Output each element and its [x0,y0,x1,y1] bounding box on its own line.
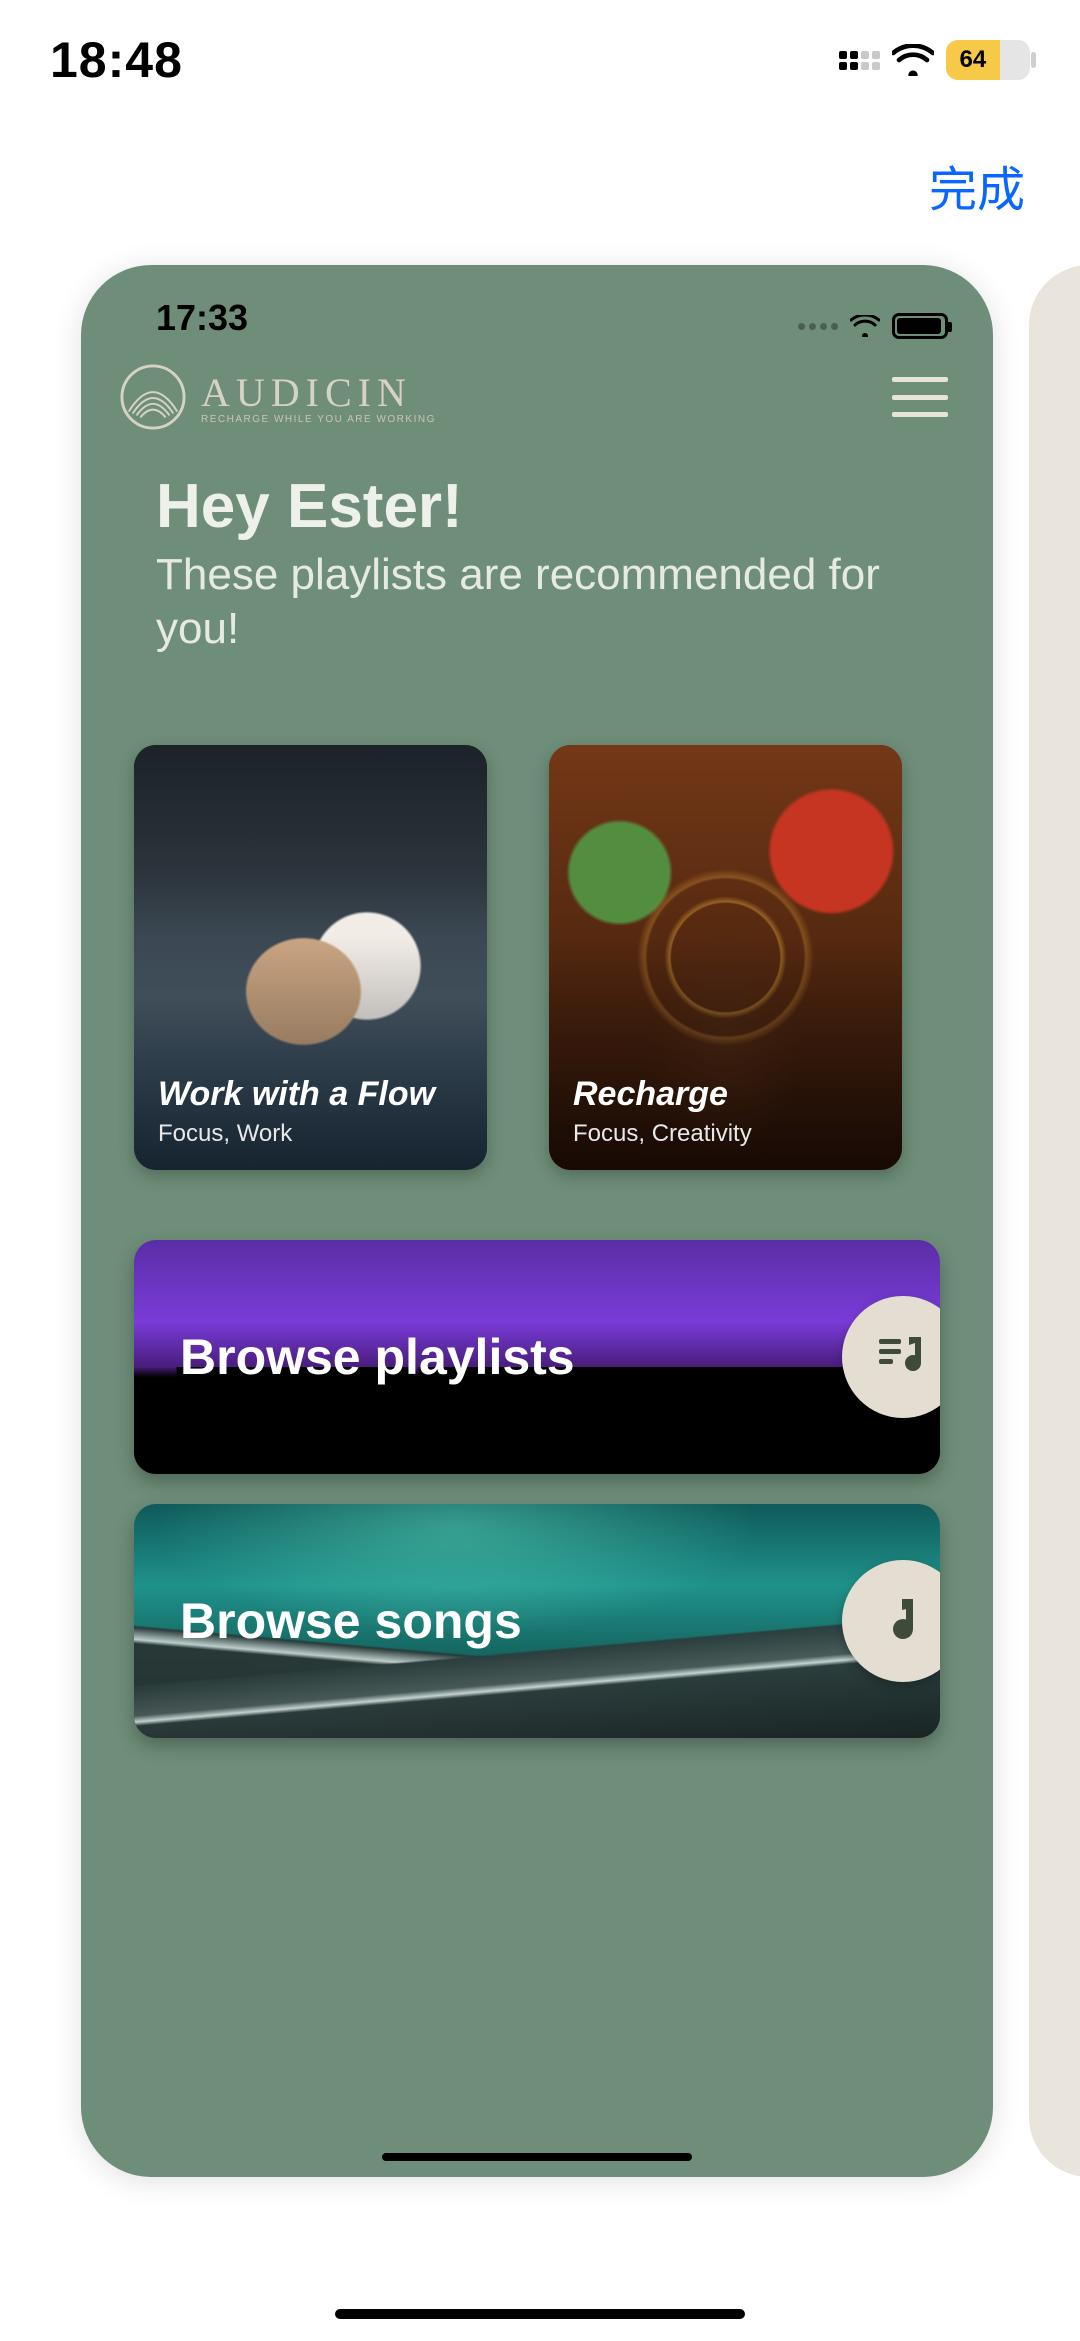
brand-tagline: RECHARGE WHILE YOU ARE WORKING [201,414,436,425]
music-note-icon [873,1591,933,1651]
device-home-indicator[interactable] [335,2309,745,2319]
app-battery-icon [892,313,948,339]
greeting: Hey Ester! These playlists are recommend… [81,431,993,655]
playlist-card-recharge[interactable]: Recharge Focus, Creativity [549,745,902,1170]
playlist-tags: Focus, Creativity [573,1120,878,1148]
brand: AUDICIN RECHARGE WHILE YOU ARE WORKING [119,363,436,431]
playlist-icon-chip [842,1296,940,1418]
app-preview-card[interactable]: 17:33 AUDICIN RECHARGE WHILE YOU ARE W [81,265,993,2177]
app-header: AUDICIN RECHARGE WHILE YOU ARE WORKING [81,343,993,431]
browse-playlists-banner[interactable]: Browse playlists [134,1240,940,1474]
playlist-tags: Focus, Work [158,1120,463,1148]
recommended-playlists: Work with a Flow Focus, Work Recharge Fo… [81,655,993,1170]
device-status-right: 64 [839,40,1030,80]
greeting-title: Hey Ester! [156,471,933,542]
cellular-signal-icon [839,51,880,70]
playlist-title: Work with a Flow [158,1075,463,1114]
next-preview-peek[interactable] [1029,265,1080,2177]
done-button[interactable]: 完成 [929,150,1025,220]
menu-button[interactable] [892,377,948,417]
app-status-bar: 17:33 [81,265,993,343]
songs-icon-chip [842,1560,940,1682]
battery-indicator: 64 [946,40,1030,80]
app-time: 17:33 [156,297,248,339]
playlist-title: Recharge [573,1075,878,1114]
app-wifi-icon [850,315,880,337]
app-home-indicator [382,2153,692,2161]
greeting-subtitle: These playlists are recommended for you! [156,548,933,655]
playlist-card-work-with-a-flow[interactable]: Work with a Flow Focus, Work [134,745,487,1170]
hamburger-icon [892,377,948,382]
banner-title: Browse playlists [180,1328,575,1386]
device-status-bar: 18:48 64 [0,0,1080,120]
playlist-icon [873,1327,933,1387]
wifi-icon [892,44,934,76]
battery-level: 64 [946,40,1000,80]
browse-songs-banner[interactable]: Browse songs [134,1504,940,1738]
app-cellular-icon [798,323,838,330]
brand-logo-icon [119,363,187,431]
device-time: 18:48 [50,31,183,89]
brand-name: AUDICIN [201,369,436,416]
banner-title: Browse songs [180,1592,522,1650]
